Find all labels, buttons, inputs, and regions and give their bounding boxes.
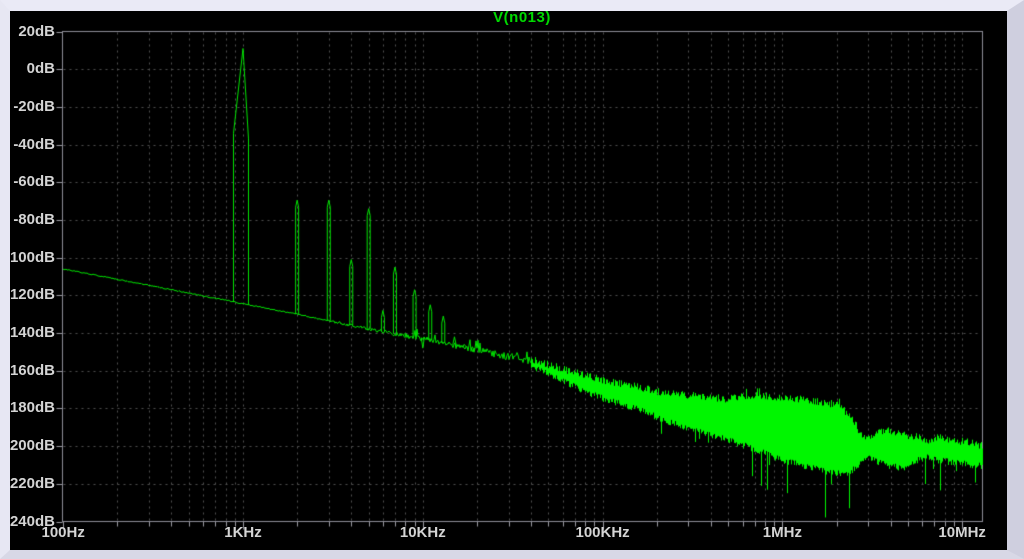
trace-title[interactable]: V(n013) — [442, 9, 602, 26]
y-axis-label: -200dB — [4, 437, 55, 455]
y-axis-label: -20dB — [13, 97, 55, 115]
x-axis-label: 100KHz — [575, 524, 630, 541]
y-axis-label: -80dB — [13, 210, 55, 228]
x-axis-label: 10MHz — [938, 524, 986, 541]
x-axis-label: 100Hz — [41, 524, 85, 541]
y-axis-label: -180dB — [4, 399, 55, 417]
x-axis-label: 1MHz — [762, 524, 802, 541]
x-axis-label: 1KHz — [224, 524, 262, 541]
y-axis-label: 20dB — [18, 22, 55, 40]
plot-window: V(n013) 20dB 0dB -20dB -40dB -60dB -80dB -100d… — [0, 0, 1024, 559]
y-axis-label: -160dB — [4, 361, 55, 379]
y-axis-label: -40dB — [13, 135, 55, 153]
y-axis-label: -100dB — [4, 248, 55, 266]
y-axis-label: -220dB — [4, 474, 55, 492]
x-axis-label: 10KHz — [399, 524, 446, 541]
y-axis-label: -60dB — [13, 173, 55, 191]
y-axis-label: -120dB — [4, 286, 55, 304]
y-axis-label: 0dB — [26, 60, 55, 78]
fft-plot-canvas[interactable] — [0, 0, 1024, 559]
y-axis-label: -140dB — [4, 324, 55, 342]
